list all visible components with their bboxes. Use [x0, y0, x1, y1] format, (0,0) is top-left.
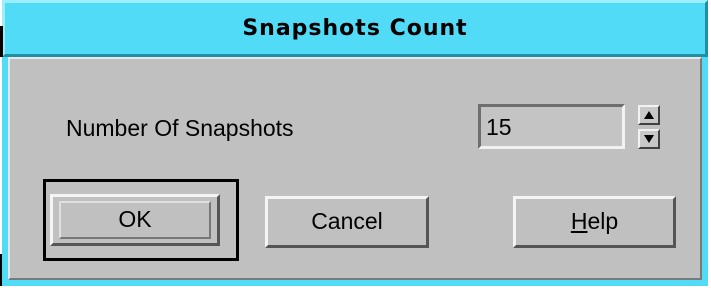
- help-button[interactable]: Help: [513, 196, 676, 248]
- arrow-down-icon: [644, 135, 654, 143]
- dialog-body: Number Of Snapshots 15 OK Cancel Help: [8, 57, 702, 280]
- snapshots-label: Number Of Snapshots: [66, 115, 294, 141]
- ok-button-label: OK: [118, 206, 152, 232]
- ok-button[interactable]: OK: [50, 194, 220, 246]
- help-button-label: elp: [587, 208, 619, 234]
- cancel-button[interactable]: Cancel: [265, 196, 429, 248]
- help-mnemonic: H: [570, 208, 588, 234]
- cancel-button-label: Cancel: [311, 208, 383, 234]
- arrow-up-icon: [644, 111, 654, 119]
- dialog-title: Snapshots Count: [242, 16, 468, 41]
- title-bar[interactable]: Snapshots Count: [2, 0, 708, 57]
- frame-corner-top-left: [0, 26, 3, 57]
- snapshots-count-input[interactable]: 15: [478, 104, 625, 149]
- spin-up-button[interactable]: [638, 105, 660, 125]
- dialog-window: Snapshots Count Number Of Snapshots 15 O…: [0, 0, 711, 288]
- spin-down-button[interactable]: [638, 129, 660, 149]
